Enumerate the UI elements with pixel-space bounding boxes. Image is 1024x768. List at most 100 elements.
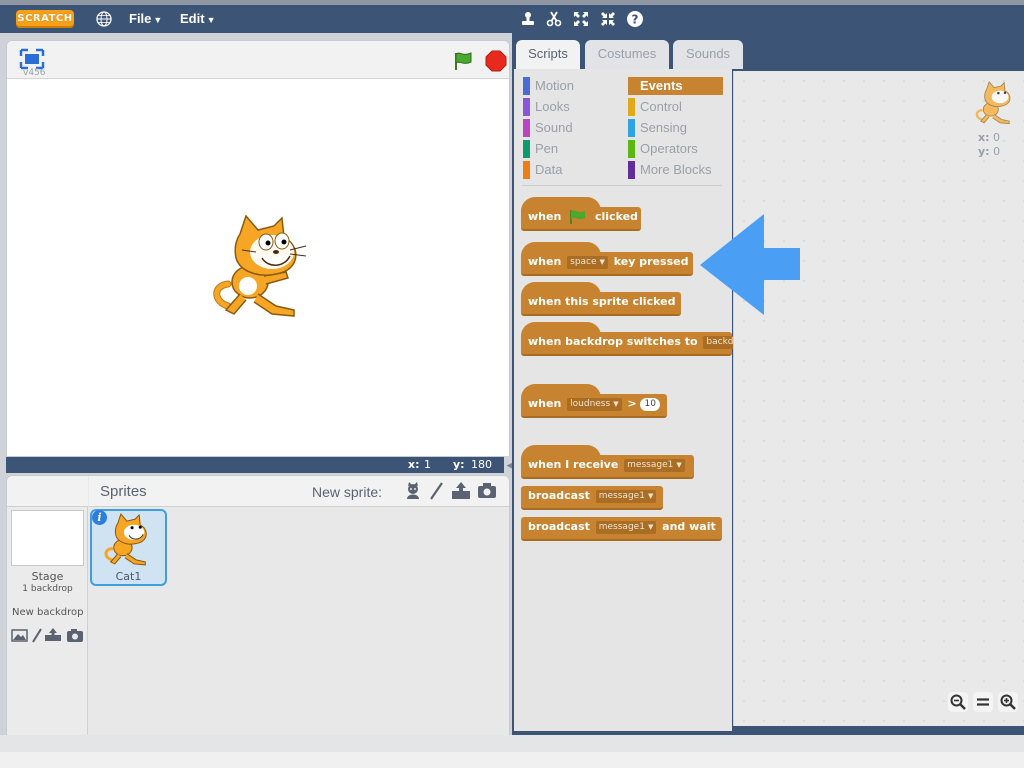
mouse-x-value: 1 <box>424 458 431 471</box>
sprite-y-readout: y: 0 <box>978 145 1001 158</box>
edit-menu[interactable]: Edit ▼ <box>180 11 215 26</box>
when-backdrop-switches-block[interactable]: when backdrop switches to backdr <box>521 322 741 356</box>
help-icon[interactable]: ? <box>626 10 644 28</box>
category-data[interactable]: Data <box>523 161 623 179</box>
message-dropdown[interactable]: message1 ▼ <box>624 458 685 472</box>
file-menu[interactable]: File ▼ <box>129 11 162 26</box>
new-sprite-label: New sprite: <box>312 484 383 500</box>
stage-panel: v456 <box>6 40 510 457</box>
category-pen[interactable]: Pen <box>523 140 623 158</box>
cat-sprite-image[interactable] <box>210 214 310 324</box>
category-color-bar <box>628 98 635 116</box>
dropdown-arrow-icon: ▼ <box>613 399 619 408</box>
when-sprite-clicked-block[interactable]: when this sprite clicked <box>521 282 681 316</box>
new-backdrop-tools <box>11 628 83 643</box>
when-loudness-block[interactable]: when loudness ▼ > 10 <box>521 384 667 418</box>
delete-scissors-icon[interactable] <box>545 10 563 28</box>
language-globe-icon[interactable] <box>96 11 112 27</box>
sprite-tile-cat1[interactable]: i Cat1 <box>90 509 167 586</box>
loudness-value-input[interactable]: 10 <box>640 397 660 411</box>
category-color-bar <box>523 119 530 137</box>
hat-cap <box>521 282 601 296</box>
camera-sprite-icon[interactable] <box>477 482 497 500</box>
category-color-bar <box>523 98 530 116</box>
stage-coordinates-bar: x: 1 y: 180 <box>6 457 510 473</box>
when-i-receive-block[interactable]: when I receive message1 ▼ <box>521 445 694 479</box>
tab-scripts[interactable]: Scripts <box>516 40 580 69</box>
cat-sprite-thumbnail <box>104 513 147 566</box>
hat-cap <box>521 197 601 211</box>
message-dropdown[interactable]: message1 ▼ <box>595 489 657 503</box>
camera-icon[interactable] <box>67 629 83 642</box>
category-looks[interactable]: Looks <box>523 98 623 116</box>
dropdown-arrow-icon: ▼ <box>676 460 682 469</box>
stage-header: v456 <box>7 41 509 79</box>
green-flag-icon[interactable] <box>452 50 474 72</box>
grow-icon[interactable] <box>572 10 590 28</box>
sprites-pane: Stage 1 backdrop New backdrop Sprites Ne… <box>6 475 510 737</box>
stage-thumbnail[interactable] <box>11 510 84 566</box>
sensor-dropdown[interactable]: loudness ▼ <box>567 397 622 411</box>
palette-divider <box>522 185 722 186</box>
sprites-header: Sprites New sprite: <box>89 476 509 507</box>
tab-costumes[interactable]: Costumes <box>585 40 669 69</box>
version-label: v456 <box>23 68 46 78</box>
scratch-logo[interactable]: SCRATCH <box>16 10 74 28</box>
category-color-bar <box>628 140 635 158</box>
dropdown-arrow-icon: ▼ <box>647 491 654 500</box>
tab-sounds[interactable]: Sounds <box>673 40 743 69</box>
sprites-title: Sprites <box>100 483 147 500</box>
stage-column: Stage 1 backdrop New backdrop <box>7 476 88 736</box>
category-more-blocks[interactable]: More Blocks <box>628 161 723 179</box>
category-sound[interactable]: Sound <box>523 119 623 137</box>
when-key-pressed-block[interactable]: when space ▼ key pressed <box>521 242 693 276</box>
stop-sign-icon[interactable] <box>485 50 507 72</box>
backdrop-library-icon[interactable] <box>11 629 28 642</box>
stage-column-header <box>7 476 88 507</box>
sprite-x-readout: x: 0 <box>978 131 1000 144</box>
message-dropdown[interactable]: message1 ▼ <box>595 520 657 534</box>
zoom-reset-icon[interactable] <box>973 692 993 712</box>
menu-bar: SCRATCH File ▼ Edit ▼ ? <box>0 5 1024 33</box>
hat-cap <box>521 384 601 398</box>
key-dropdown[interactable]: space ▼ <box>567 255 608 269</box>
hat-cap <box>521 322 601 336</box>
dropdown-arrow-icon: ▼ <box>647 522 654 531</box>
scripts-area[interactable]: x: 0 y: 0 <box>733 71 1024 726</box>
new-backdrop-label: New backdrop <box>12 607 84 618</box>
paint-new-sprite-icon[interactable] <box>427 482 447 500</box>
duplicate-stamp-icon[interactable] <box>519 10 537 28</box>
shrink-icon[interactable] <box>599 10 617 28</box>
upload-sprite-icon[interactable] <box>451 482 471 500</box>
category-color-bar <box>628 161 635 179</box>
chevron-down-icon: ▼ <box>206 15 216 25</box>
upload-icon[interactable] <box>45 628 61 641</box>
stage-backdrop-count: 1 backdrop <box>22 584 73 594</box>
highlight-arrow-icon <box>700 214 800 315</box>
window-bottom-edge <box>0 752 1024 768</box>
stage-label: Stage <box>31 570 64 583</box>
when-flag-clicked-block[interactable]: when clicked <box>521 197 641 231</box>
zoom-out-icon[interactable] <box>948 692 968 712</box>
mouse-y-value: 180 <box>471 458 492 471</box>
green-flag-icon <box>570 210 586 224</box>
current-sprite-thumbnail <box>975 81 1011 125</box>
category-control[interactable]: Control <box>628 98 723 116</box>
category-sensing[interactable]: Sensing <box>628 119 723 137</box>
zoom-in-icon[interactable] <box>998 692 1018 712</box>
svg-text:?: ? <box>632 13 639 27</box>
chevron-down-icon: ▼ <box>153 15 163 25</box>
category-operators[interactable]: Operators <box>628 140 723 158</box>
sprite-name: Cat1 <box>115 570 142 583</box>
stage-canvas[interactable] <box>7 80 509 456</box>
presentation-mode-icon[interactable] <box>19 48 45 70</box>
mouse-y-label: y: <box>453 458 465 471</box>
broadcast-and-wait-block[interactable]: broadcast message1 ▼ and wait <box>521 517 722 541</box>
broadcast-block[interactable]: broadcast message1 ▼ <box>521 486 663 510</box>
sprite-library-icon[interactable] <box>403 482 423 500</box>
category-events[interactable]: Events <box>628 77 723 95</box>
hat-cap <box>521 445 601 459</box>
paint-brush-icon[interactable] <box>32 628 42 643</box>
category-motion[interactable]: Motion <box>523 77 623 95</box>
category-color-bar <box>628 119 635 137</box>
